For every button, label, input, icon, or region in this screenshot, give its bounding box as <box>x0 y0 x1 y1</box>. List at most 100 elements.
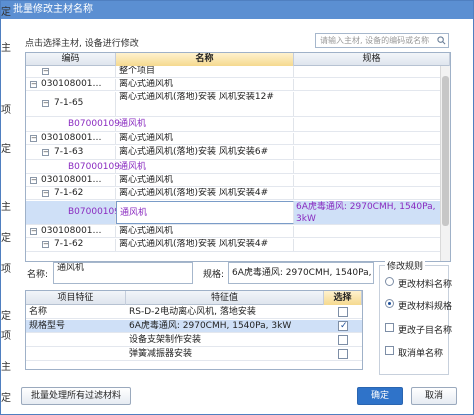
search-placeholder: 请输入主材, 设备的编码或名称 <box>320 36 430 45</box>
material-tree-grid[interactable]: 编码 名称 规格 − 整个项目 −030108001… 离心式通风机 −7-1-… <box>25 52 451 262</box>
row-spec <box>294 146 450 159</box>
hint-text: 点击选择主材, 设备进行修改 <box>25 39 139 49</box>
row-spec <box>294 79 450 90</box>
grid-vertical-scrollbar[interactable] <box>440 66 450 261</box>
search-input[interactable]: 请输入主材, 设备的编码或名称 <box>315 33 449 48</box>
side-char: 定 <box>1 7 11 18</box>
tree-row-list-item[interactable]: −030108001… 离心式通风机 <box>26 226 450 238</box>
feature-value: 6A虎毒通风: 2970CMH, 1540Pa, 3kW <box>126 320 324 332</box>
row-spec <box>294 239 450 251</box>
row-name: 离心式通风机(落地)安装 风机安装6# <box>116 146 294 159</box>
row-code: 7-1-62 <box>54 188 84 198</box>
option-label[interactable]: 更改子目名称 <box>398 323 452 336</box>
row-code: B07000109 <box>68 162 120 172</box>
collapse-icon[interactable]: − <box>42 190 49 197</box>
tree-row-quota[interactable]: −7-1-62 离心式通风机(落地)安装 风机安装4# <box>26 188 450 200</box>
rules-title: 修改规则 <box>385 259 426 272</box>
side-char: 项 <box>1 264 11 275</box>
search-icon[interactable] <box>437 36 446 45</box>
side-char: 项 <box>1 331 11 342</box>
collapse-icon[interactable]: − <box>30 228 37 235</box>
row-name: 离心式通风机 <box>116 175 294 186</box>
tree-row-quota[interactable]: −7-1-63 离心式通风机(落地)安装 风机安装6# <box>26 146 450 160</box>
checkbox-cancel-name[interactable] <box>385 346 394 355</box>
option-label[interactable]: 更改材料规格 <box>398 299 452 312</box>
select-checkbox[interactable] <box>338 335 348 345</box>
row-name: 整个项目 <box>116 66 294 77</box>
column-header-select[interactable]: 选择 <box>324 291 362 305</box>
batch-process-button[interactable]: 批量处理所有过滤材料 <box>21 387 131 405</box>
collapse-icon[interactable]: − <box>42 241 49 248</box>
ok-button[interactable]: 确定 <box>357 387 403 405</box>
feature-grid-header: 项目特征 特征值 选择 <box>26 291 362 305</box>
collapse-icon[interactable]: − <box>42 149 49 156</box>
column-header-spec[interactable]: 规格 <box>294 53 450 66</box>
feature-value: 弹簧减振器安装 <box>129 349 193 359</box>
row-spec <box>294 133 450 144</box>
tree-row-project[interactable]: − 整个项目 <box>26 66 450 78</box>
column-header-feature[interactable]: 项目特征 <box>26 291 126 305</box>
option-label[interactable]: 更改材料名称 <box>398 277 452 290</box>
cancel-button[interactable]: 取消 <box>411 387 457 405</box>
row-spec <box>294 92 450 116</box>
row-code: 7-1-63 <box>54 147 84 157</box>
name-field[interactable]: 通风机 <box>53 262 193 284</box>
row-spec <box>294 161 450 173</box>
side-char: 主 <box>1 202 11 213</box>
feature-row[interactable]: 弹簧减振器安装 <box>26 348 362 361</box>
row-name: 通风机 <box>116 161 294 173</box>
feature-name <box>26 334 126 346</box>
radio-material-name[interactable] <box>385 277 394 286</box>
row-name: 离心式通风机(落地)安装 风机安装12# <box>116 92 294 116</box>
row-code: 7-1-62 <box>54 239 84 249</box>
tree-row-material-selected[interactable]: B07000109 通风机 6A虎毒通风: 2970CMH, 1540Pa, 3… <box>26 201 450 225</box>
feature-grid[interactable]: 项目特征 特征值 选择 名称 RS-D-2电动离心风机, 落地安装 规格型号 6… <box>25 290 363 370</box>
row-spec <box>294 118 450 131</box>
dialog-title: 批量修改主材名称 <box>1 1 473 19</box>
tree-row-material[interactable]: B07000109 通风机 <box>26 118 450 132</box>
spec-field[interactable]: 6A虎毒通风: 2970CMH, 1540Pa, 3kW <box>228 262 374 284</box>
row-spec <box>294 226 450 237</box>
side-char: 定 <box>1 311 11 322</box>
tree-row-quota[interactable]: −7-1-62 离心式通风机(落地)安装 风机安装4# <box>26 239 450 252</box>
feature-value: 设备支架制作安装 <box>129 335 202 345</box>
tree-row-material[interactable]: B07000109 通风机 <box>26 161 450 174</box>
side-char: 项 <box>1 105 11 116</box>
select-checkbox[interactable] <box>338 307 348 317</box>
row-name: 离心式通风机 <box>116 226 294 237</box>
column-header-name[interactable]: 名称 <box>116 53 294 66</box>
row-spec <box>294 175 450 186</box>
tree-row-list-item[interactable]: −030108001… 离心式通风机 <box>26 79 450 91</box>
feature-row[interactable]: 名称 RS-D-2电动离心风机, 落地安装 <box>26 306 362 319</box>
row-spec: 6A虎毒通风: 2970CMH, 1540Pa, 3kW <box>296 202 436 224</box>
collapse-icon[interactable]: − <box>30 135 37 142</box>
feature-row[interactable]: 设备支架制作安装 <box>26 334 362 347</box>
collapse-icon[interactable]: − <box>30 177 37 184</box>
feature-name: 规格型号 <box>29 321 66 331</box>
collapse-icon[interactable]: − <box>42 68 49 75</box>
radio-material-spec[interactable] <box>385 299 394 308</box>
feature-name: 名称 <box>29 307 48 317</box>
grid-header: 编码 名称 规格 <box>26 53 450 66</box>
feature-row-selected[interactable]: 规格型号 6A虎毒通风: 2970CMH, 1540Pa, 3kW <box>26 320 362 333</box>
select-checkbox[interactable] <box>338 349 348 359</box>
collapse-icon[interactable]: − <box>30 81 37 88</box>
tree-row-quota[interactable]: −7-1-65 离心式通风机(落地)安装 风机安装12# <box>26 92 450 117</box>
dialog-window: 批量修改主材名称 定 主 项 定 主 定 项 定 项 主 定 点击选择主材, 设… <box>0 0 474 415</box>
side-char: 主 <box>1 43 11 54</box>
row-spec <box>294 188 450 199</box>
row-spec <box>294 66 450 77</box>
tree-row-list-item[interactable]: −030108001… 离心式通风机 <box>26 175 450 187</box>
name-edit-cell[interactable]: 通风机 <box>116 201 294 224</box>
side-char: 主 <box>1 362 11 373</box>
select-checkbox[interactable] <box>338 320 348 332</box>
option-label[interactable]: 取消单名称 <box>398 346 443 359</box>
collapse-icon[interactable]: − <box>42 100 49 107</box>
row-code: B07000109 <box>68 119 120 129</box>
tree-row-list-item[interactable]: −030108001… 离心式通风机 <box>26 133 450 145</box>
checkbox-subitem-name[interactable] <box>385 323 394 332</box>
column-header-code[interactable]: 编码 <box>26 53 116 66</box>
column-header-value[interactable]: 特征值 <box>126 291 324 305</box>
name-label: 名称: <box>27 270 49 280</box>
scrollbar-thumb[interactable] <box>442 76 449 226</box>
